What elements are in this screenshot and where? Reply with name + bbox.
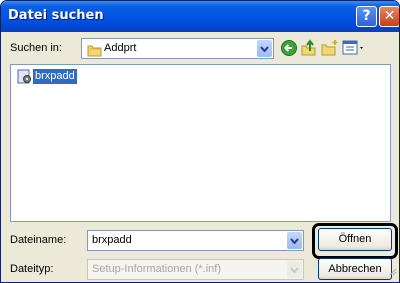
filetype-value: Setup-Informationen (*.inf) bbox=[92, 263, 222, 275]
file-list[interactable]: brxpadd bbox=[10, 64, 391, 222]
look-in-value: Addprt bbox=[104, 42, 137, 54]
cancel-button[interactable]: Abbrechen bbox=[318, 258, 392, 280]
filename-field[interactable]: brxpadd bbox=[87, 230, 304, 251]
help-button[interactable]: ? bbox=[356, 6, 377, 27]
new-folder-icon[interactable] bbox=[321, 39, 339, 57]
title-bar[interactable]: Datei suchen ? ✕ bbox=[1, 1, 399, 32]
filetype-dropdown[interactable]: Setup-Informationen (*.inf) bbox=[87, 259, 304, 280]
chevron-down-icon[interactable] bbox=[257, 40, 272, 57]
look-in-dropdown[interactable]: Addprt bbox=[81, 38, 274, 59]
back-icon[interactable] bbox=[280, 39, 298, 57]
window-title: Datei suchen bbox=[8, 8, 104, 23]
filename-label: Dateiname: bbox=[10, 234, 67, 246]
file-dialog-window: Datei suchen ? ✕ Suchen in: Addprt brxpa… bbox=[0, 0, 400, 283]
up-folder-icon[interactable] bbox=[300, 39, 318, 57]
close-button[interactable]: ✕ bbox=[379, 6, 399, 27]
filename-value[interactable]: brxpadd bbox=[92, 234, 132, 246]
filetype-label: Dateityp: bbox=[10, 263, 54, 275]
folder-icon bbox=[87, 42, 102, 61]
open-button-highlight bbox=[312, 223, 398, 259]
setup-file-icon bbox=[17, 69, 32, 88]
resize-grip-icon[interactable] bbox=[387, 261, 397, 280]
chevron-down-icon[interactable] bbox=[287, 232, 302, 249]
look-in-label: Suchen in: bbox=[10, 42, 62, 54]
file-name: brxpadd bbox=[33, 69, 77, 84]
view-menu-icon[interactable] bbox=[342, 39, 366, 57]
chevron-down-icon[interactable] bbox=[287, 261, 302, 278]
